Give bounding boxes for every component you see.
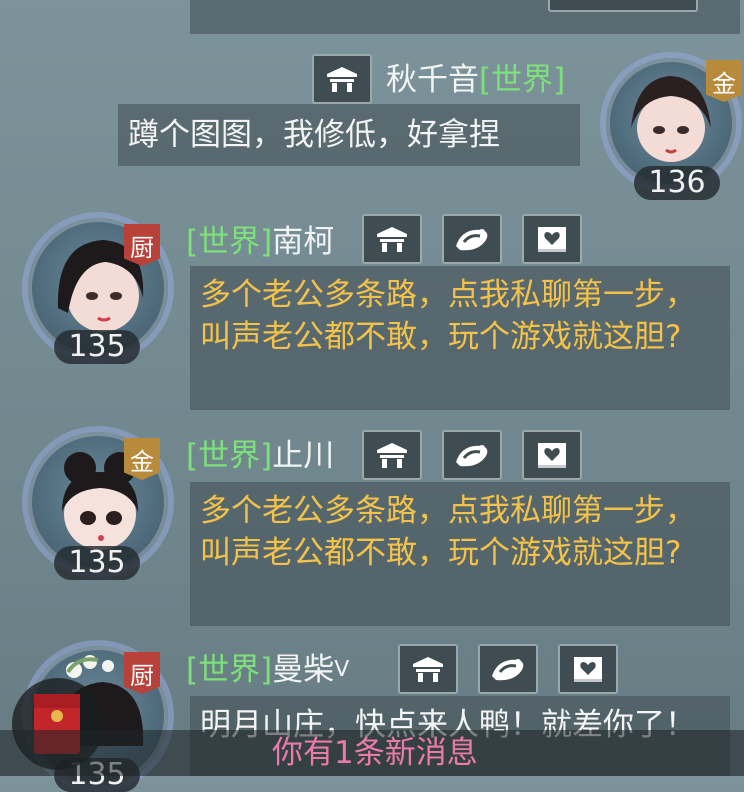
home-badge-button[interactable] <box>312 54 372 104</box>
sender-name-text: 曼柴 <box>272 652 335 688</box>
previous-message-badge[interactable] <box>548 0 698 12</box>
sender-name[interactable]: [世界]南柯 <box>186 222 334 262</box>
name-suffix: ᐯ <box>334 657 350 682</box>
sender-name-text: 南柯 <box>272 224 335 260</box>
sender-name[interactable]: 秋千音[世界] <box>386 60 565 100</box>
home-badge-button[interactable] <box>362 430 422 480</box>
heart-card-badge-button[interactable] <box>558 644 618 694</box>
heart-card-icon <box>574 657 602 682</box>
channel-label: [世界] <box>186 224 273 260</box>
sender-name-text: 止川 <box>272 438 335 474</box>
heart-card-badge-button[interactable] <box>522 430 582 480</box>
channel-label: [世界] <box>479 62 566 98</box>
sender-name-text: 秋千音 <box>386 62 479 98</box>
message-text: 多个老公多条路，点我私聊第一步，叫声老公都不敢，玩个游戏就这胆? <box>200 493 696 571</box>
heart-card-icon <box>538 227 566 252</box>
message-text: 多个老公多条路，点我私聊第一步，叫声老公都不敢，玩个游戏就这胆? <box>200 277 696 355</box>
new-message-notification[interactable]: 你有1条新消息 <box>272 732 478 774</box>
sender-name[interactable]: [世界]止川 <box>186 436 334 476</box>
level-badge: 135 <box>54 330 140 364</box>
home-badge-button[interactable] <box>398 644 458 694</box>
home-icon <box>327 67 357 92</box>
home-icon <box>413 657 443 682</box>
sender-name[interactable]: [世界]曼柴ᐯ <box>186 650 349 690</box>
ribbon-icon <box>456 229 488 251</box>
rank-badge: 金 <box>706 60 742 102</box>
ribbon-badge-button[interactable] <box>478 644 538 694</box>
ribbon-icon <box>456 445 488 467</box>
home-icon <box>377 227 407 252</box>
rank-badge: 金 <box>124 438 160 480</box>
ribbon-badge-button[interactable] <box>442 430 502 480</box>
channel-label: [世界] <box>186 652 273 688</box>
home-icon <box>377 443 407 468</box>
level-badge: 135 <box>54 546 140 580</box>
ribbon-badge-button[interactable] <box>442 214 502 264</box>
ribbon-icon <box>492 659 524 681</box>
heart-card-badge-button[interactable] <box>522 214 582 264</box>
level-badge: 136 <box>634 166 720 200</box>
heart-card-icon <box>538 443 566 468</box>
home-badge-button[interactable] <box>362 214 422 264</box>
channel-label: [世界] <box>186 438 273 474</box>
message-text: 蹲个图图，我修低，好拿捏 <box>128 117 500 153</box>
rank-badge: 厨 <box>124 652 160 694</box>
rank-badge: 厨 <box>124 224 160 266</box>
